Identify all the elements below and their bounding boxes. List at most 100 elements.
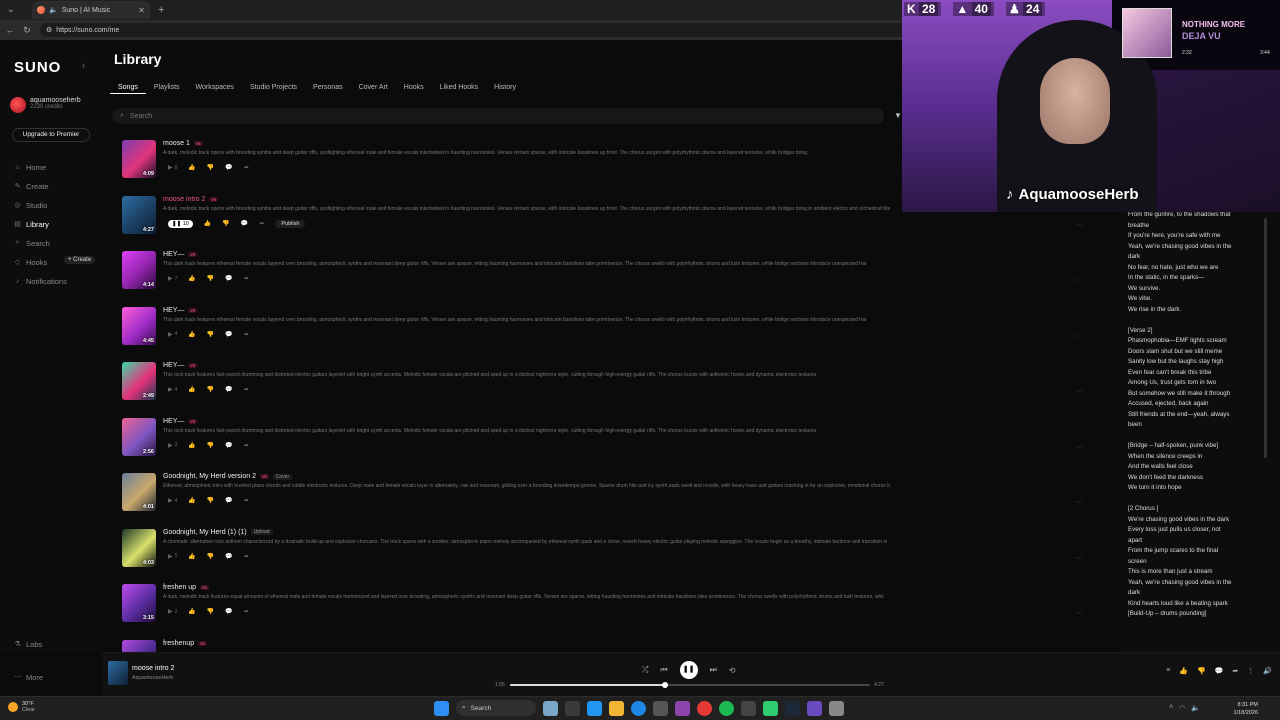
tab-personas[interactable]: Personas: [305, 82, 351, 94]
collapse-sidebar-icon[interactable]: ‹: [82, 60, 85, 70]
new-tab-icon[interactable]: +: [158, 4, 164, 16]
dislike-icon[interactable]: 👎: [207, 442, 214, 449]
song-row[interactable]: 4:14 HEY— v5 This dark track features ether…: [120, 251, 1100, 303]
more-options-icon[interactable]: ⋯: [1076, 499, 1082, 506]
progress-knob[interactable]: [661, 682, 668, 688]
tab-cover-art[interactable]: Cover Art: [351, 82, 396, 94]
song-cover[interactable]: 4:03: [122, 528, 156, 567]
song-title[interactable]: Goodnight, My Herd (1) (1): [163, 529, 247, 536]
sidebar-item-hooks[interactable]: ◇ Hooks: [14, 256, 47, 268]
reload-icon[interactable]: ↻: [20, 25, 34, 36]
share-icon[interactable]: ➦: [244, 275, 249, 282]
weather-widget[interactable]: 30°F Clear: [8, 701, 35, 713]
play-icon[interactable]: ▶: [168, 497, 173, 504]
song-title[interactable]: moose intro 2: [163, 196, 205, 203]
tab-list-icon[interactable]: ⌄: [4, 3, 18, 17]
tab-workspaces[interactable]: Workspaces: [188, 82, 242, 94]
windows-start-icon[interactable]: [434, 700, 449, 716]
obs-icon[interactable]: [741, 700, 756, 716]
song-cover[interactable]: 4:27: [122, 195, 156, 234]
more-options-icon[interactable]: ⋯: [1076, 444, 1082, 451]
close-tab-icon[interactable]: ✕: [138, 6, 145, 15]
dislike-icon[interactable]: 👎: [1197, 667, 1206, 675]
dislike-icon[interactable]: 👎: [207, 164, 214, 171]
task-view-icon[interactable]: [565, 700, 580, 716]
song-row[interactable]: freshenup v5: [120, 639, 1100, 652]
comment-icon[interactable]: 💬: [225, 553, 232, 560]
song-title[interactable]: HEY—: [163, 418, 184, 425]
dislike-icon[interactable]: 👎: [207, 275, 214, 282]
player-title[interactable]: moose intro 2: [132, 665, 174, 672]
tab-songs[interactable]: Songs: [110, 82, 146, 94]
play-icon[interactable]: ▶: [168, 386, 173, 393]
song-row[interactable]: 2:49 HEY— v5 This rock track features fast-…: [120, 362, 1100, 414]
like-icon[interactable]: 👍: [188, 331, 195, 338]
publish-button[interactable]: Publish: [275, 219, 306, 228]
like-icon[interactable]: 👍: [188, 442, 195, 449]
sidebar-item-create[interactable]: ✎ Create: [14, 180, 49, 192]
player-artist[interactable]: AquamooseHerb: [132, 675, 173, 681]
comment-icon[interactable]: 💬: [225, 164, 232, 171]
song-title[interactable]: freshenup: [163, 640, 194, 647]
dislike-icon[interactable]: 👎: [207, 553, 214, 560]
song-cover[interactable]: 2:49: [122, 362, 156, 400]
like-icon[interactable]: 👍: [188, 553, 195, 560]
comment-icon[interactable]: 💬: [225, 608, 232, 615]
app-icon[interactable]: [763, 700, 778, 716]
like-icon[interactable]: 👍: [188, 164, 195, 171]
dislike-icon[interactable]: 👎: [207, 331, 214, 338]
more-options-icon[interactable]: ⋮: [1247, 667, 1254, 675]
song-title[interactable]: HEY—: [163, 251, 184, 258]
song-cover[interactable]: [122, 639, 156, 652]
file-explorer-icon[interactable]: [609, 700, 624, 716]
sidebar-item-labs[interactable]: ⚗ Labs: [14, 638, 42, 650]
share-icon[interactable]: ➦: [244, 497, 249, 504]
song-title[interactable]: moose 1: [163, 140, 190, 147]
progress-slider[interactable]: [510, 682, 870, 688]
dislike-icon[interactable]: 👎: [207, 386, 214, 393]
share-icon[interactable]: ➦: [244, 331, 249, 338]
comment-icon[interactable]: 💬: [225, 275, 232, 282]
song-cover[interactable]: 4:14: [122, 251, 156, 289]
dislike-icon[interactable]: 👎: [222, 220, 229, 227]
share-icon[interactable]: ➦: [1232, 667, 1238, 675]
song-title[interactable]: Goodnight, My Herd version 2: [163, 473, 256, 480]
browser-tab[interactable]: 🔈 Suno | AI Music ✕: [32, 1, 150, 19]
wifi-icon[interactable]: ◠: [1179, 704, 1185, 712]
pause-button[interactable]: ❚❚: [679, 661, 698, 679]
comment-icon[interactable]: 💬: [1215, 667, 1224, 675]
share-icon[interactable]: ➦: [244, 386, 249, 393]
search-input[interactable]: ⌕ Search: [112, 108, 884, 124]
comment-icon[interactable]: 💬: [225, 442, 232, 449]
sidebar-item-more[interactable]: ⋯ More: [14, 671, 43, 683]
share-icon[interactable]: ➦: [244, 164, 249, 171]
previous-icon[interactable]: ⏮: [660, 665, 667, 675]
dislike-icon[interactable]: 👎: [207, 497, 214, 504]
comment-icon[interactable]: 💬: [241, 220, 248, 227]
tab-playlists[interactable]: Playlists: [146, 82, 188, 94]
sidebar-item-home[interactable]: ⌂ Home: [14, 161, 46, 173]
settings-icon[interactable]: [829, 700, 844, 716]
song-cover[interactable]: 4:01: [122, 473, 156, 511]
like-icon[interactable]: 👍: [188, 275, 195, 282]
song-title[interactable]: HEY—: [163, 362, 184, 369]
dislike-icon[interactable]: 👎: [207, 608, 214, 615]
filter-icon[interactable]: ▼: [894, 111, 902, 120]
pause-button[interactable]: ❚❚ 10: [168, 219, 193, 228]
taskbar-search[interactable]: ⌕ Search: [456, 700, 536, 716]
song-title[interactable]: freshen up: [163, 584, 196, 591]
url-field[interactable]: ⚙ https://suno.com/me: [40, 23, 920, 37]
comment-icon[interactable]: 💬: [225, 497, 232, 504]
like-icon[interactable]: 👍: [1179, 667, 1188, 675]
app-icon[interactable]: [807, 700, 822, 716]
spotify-icon[interactable]: [719, 700, 734, 716]
tab-liked-hooks[interactable]: Liked Hooks: [432, 82, 487, 94]
back-icon[interactable]: ←: [3, 25, 17, 35]
shuffle-icon[interactable]: ⤮: [642, 665, 648, 675]
tab-history[interactable]: History: [486, 82, 524, 94]
like-icon[interactable]: 👍: [204, 220, 211, 227]
clock[interactable]: 8:31 PM 1/18/2026: [1234, 701, 1258, 717]
song-row[interactable]: 4:03 Goodnight, My Herd (1) (1) Upload A ci…: [120, 528, 1100, 581]
song-cover[interactable]: 4:09: [122, 140, 156, 178]
song-cover[interactable]: 3:15: [122, 584, 156, 622]
